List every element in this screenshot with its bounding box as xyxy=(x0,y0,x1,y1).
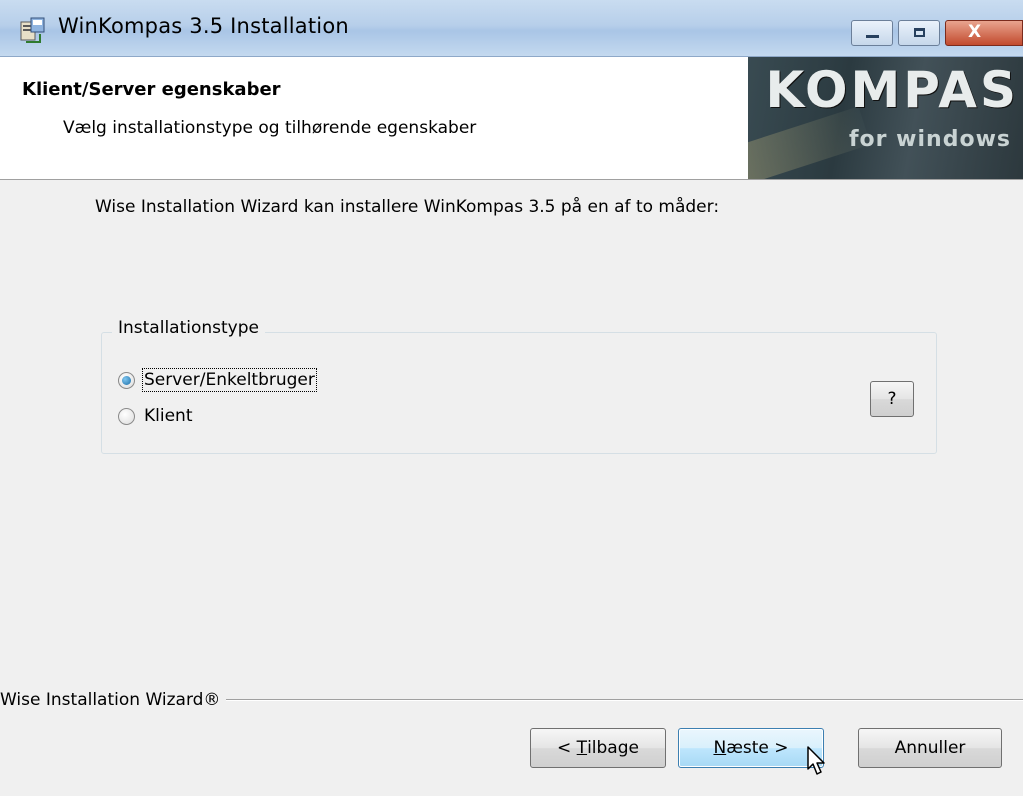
back-mnemonic: T xyxy=(576,738,588,758)
header-subtitle: Vælg installationstype og tilhørende ege… xyxy=(63,118,477,138)
intro-text: Wise Installation Wizard kan installere … xyxy=(95,197,720,217)
close-icon: X xyxy=(968,22,982,42)
window-title: WinKompas 3.5 Installation xyxy=(58,14,349,38)
title-bar[interactable]: WinKompas 3.5 Installation X xyxy=(0,0,1023,57)
maximize-button[interactable] xyxy=(898,20,940,46)
installation-type-group xyxy=(101,332,937,454)
back-button[interactable]: < Tilbage xyxy=(530,728,666,768)
maximize-icon xyxy=(914,28,925,37)
close-button[interactable]: X xyxy=(945,20,1023,46)
radio-option-client[interactable]: Klient xyxy=(118,406,193,426)
next-button[interactable]: Næste > xyxy=(678,728,824,768)
radio-checked[interactable] xyxy=(118,371,135,389)
back-rest: ilbage xyxy=(587,738,639,758)
logo-sub-text: for windows xyxy=(848,127,1011,152)
wizard-header: Klient/Server egenskaber Vælg installati… xyxy=(0,57,1023,180)
group-label: Installationstype xyxy=(112,318,265,338)
header-title: Klient/Server egenskaber xyxy=(22,79,281,100)
next-rest: æste > xyxy=(726,738,789,758)
radio-label-server[interactable]: Server/Enkeltbruger xyxy=(142,368,317,392)
footer-brand: Wise Installation Wizard® xyxy=(0,690,227,710)
minimize-icon xyxy=(866,35,879,38)
installer-icon xyxy=(20,17,45,43)
help-button[interactable]: ? xyxy=(870,381,914,417)
mouse-pointer-icon xyxy=(807,746,825,775)
cancel-button[interactable]: Annuller xyxy=(858,728,1002,768)
radio-option-server[interactable]: Server/Enkeltbruger xyxy=(118,368,317,392)
next-mnemonic: N xyxy=(713,738,727,758)
logo-main-text: KOMPAS xyxy=(765,61,1019,119)
back-prefix: < xyxy=(557,738,577,758)
kompas-logo: KOMPAS for windows xyxy=(748,57,1023,179)
radio-unchecked[interactable] xyxy=(118,407,135,425)
radio-label-client[interactable]: Klient xyxy=(144,406,193,426)
minimize-button[interactable] xyxy=(851,20,893,46)
